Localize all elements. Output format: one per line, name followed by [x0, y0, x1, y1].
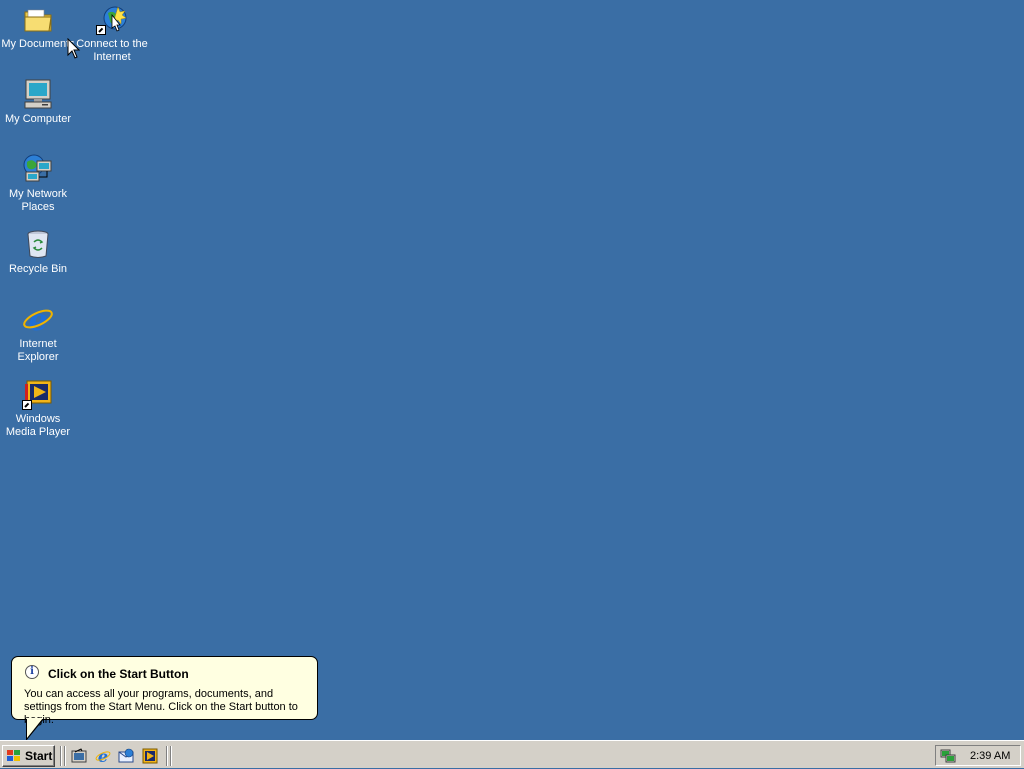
desktop[interactable]: My Documents Connect to the Internet My … [0, 0, 1024, 740]
balloon-text: You can access all your programs, docume… [24, 688, 298, 726]
ie-quick-launch-icon[interactable]: e [95, 747, 111, 766]
media-player-quick-launch-icon[interactable] [142, 748, 158, 764]
my-computer-shortcut[interactable]: My Computer [0, 78, 76, 126]
windows-logo-icon [6, 749, 22, 763]
taskbar-separator [166, 746, 168, 766]
connect-wizard-icon [96, 3, 128, 35]
computer-icon [22, 78, 54, 110]
quick-launch-grip[interactable] [64, 746, 66, 766]
media-player-icon [22, 378, 54, 410]
internet-explorer-shortcut[interactable]: e Internet Explorer [0, 303, 76, 364]
folder-icon [22, 3, 54, 35]
icon-label: Recycle Bin [8, 263, 68, 275]
svg-text:e: e [98, 748, 108, 764]
clock[interactable]: 2:39 AM [970, 750, 1010, 762]
connect-internet-shortcut[interactable]: Connect to the Internet [74, 3, 150, 64]
icon-label: My Computer [4, 113, 72, 125]
recycle-bin-shortcut[interactable]: Recycle Bin [0, 228, 76, 276]
my-documents-shortcut[interactable]: My Documents [0, 3, 76, 51]
info-icon: i [25, 665, 39, 679]
shortcut-arrow-icon [22, 400, 32, 410]
shortcut-arrow-icon [96, 25, 106, 35]
my-network-places-shortcut[interactable]: My Network Places [0, 153, 76, 214]
network-status-icon[interactable] [940, 748, 956, 764]
recycle-bin-icon [22, 228, 54, 260]
icon-label: Internet Explorer [17, 338, 59, 363]
start-label: Start [25, 749, 53, 763]
show-desktop-icon[interactable] [71, 748, 87, 764]
ie-icon: e [22, 303, 54, 338]
icon-label: Connect to the Internet [76, 38, 148, 63]
system-tray: 2:39 AM [935, 745, 1021, 766]
network-icon [22, 153, 54, 185]
balloon-title: Click on the Start Button [48, 667, 189, 681]
icon-label: Windows Media Player [5, 413, 71, 438]
start-button[interactable]: Start [2, 745, 55, 767]
icon-label: My Documents [1, 38, 75, 50]
icon-label: My Network Places [8, 188, 68, 213]
taskbar-separator [60, 746, 62, 766]
outlook-express-icon[interactable] [118, 748, 134, 764]
start-balloon-tip[interactable]: i Click on the Start Button You can acce… [11, 656, 318, 726]
mouse-cursor-icon [67, 38, 81, 59]
taskbar: Start e 2:39 AM [0, 740, 1024, 768]
taskbar-grip[interactable] [170, 746, 172, 766]
svg-text:e: e [28, 303, 47, 335]
windows-media-player-shortcut[interactable]: Windows Media Player [0, 378, 76, 439]
balloon-tail-fill [27, 718, 43, 738]
